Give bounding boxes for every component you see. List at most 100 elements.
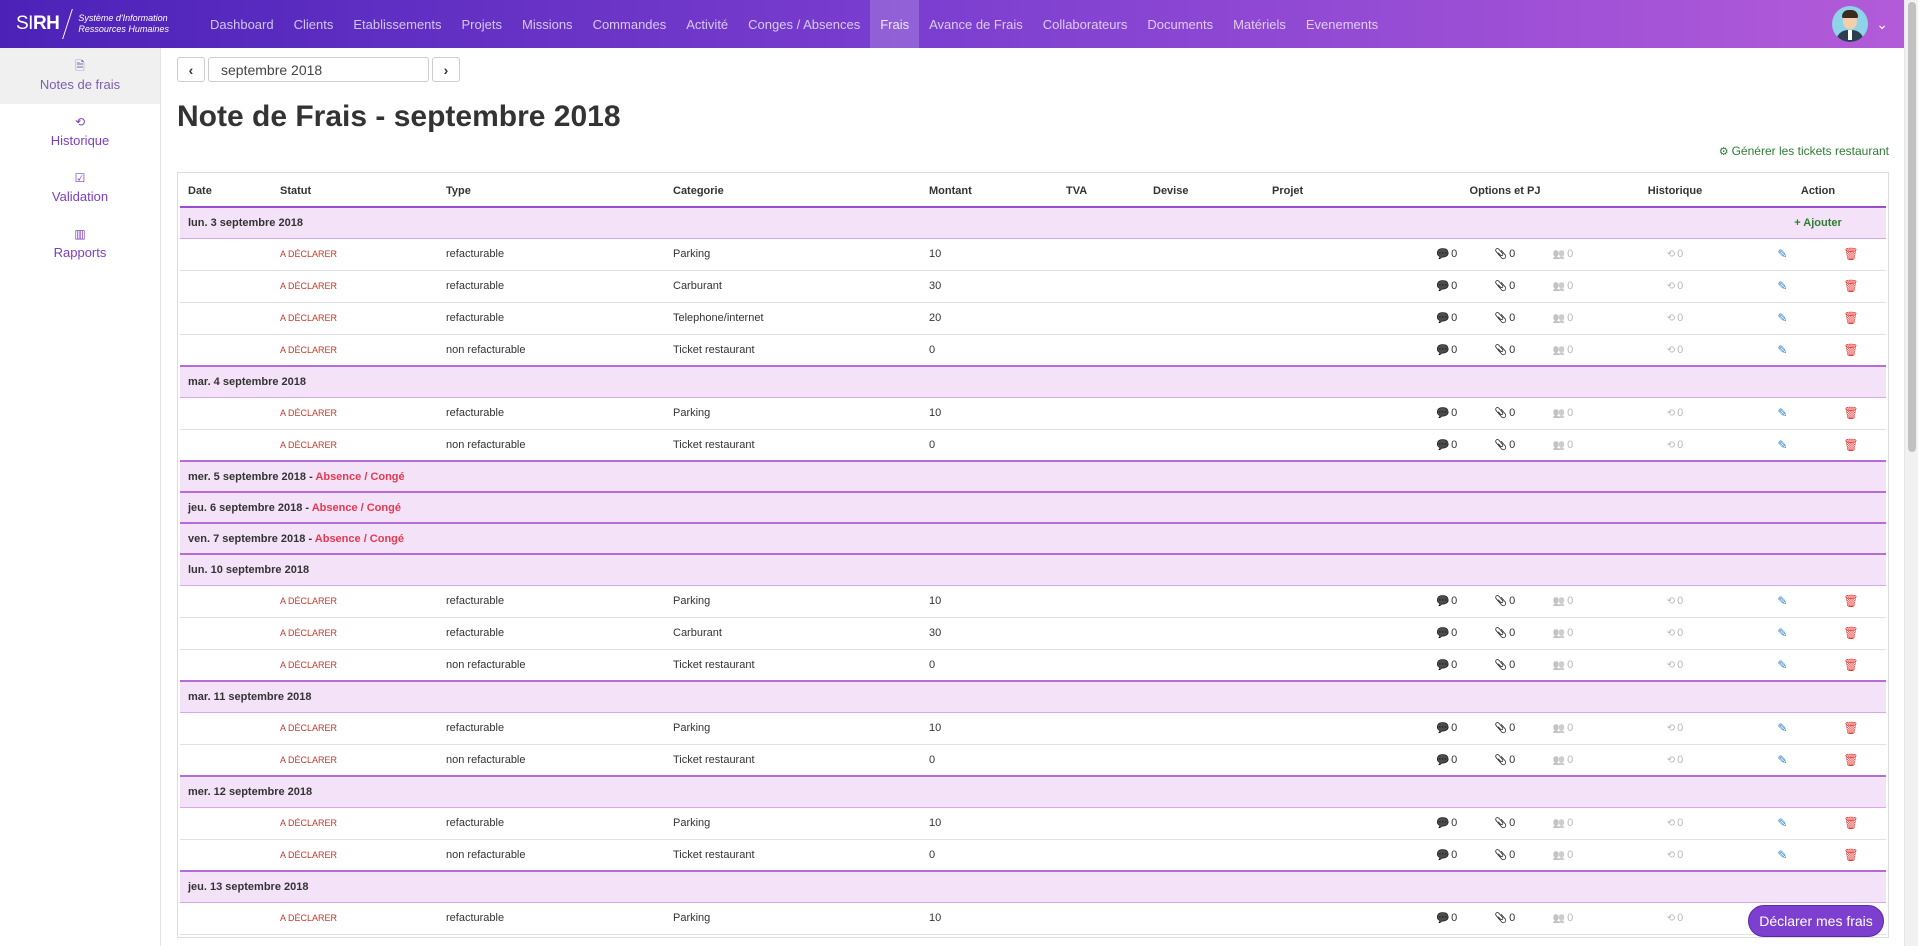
comment-count[interactable]: 💬 0 (1418, 722, 1476, 734)
history-count[interactable]: ⟲ 0 (1646, 754, 1704, 766)
nav-documents[interactable]: Documents (1137, 0, 1223, 48)
column-header[interactable]: Options et PJ (1410, 175, 1600, 208)
history-count[interactable]: ⟲ 0 (1646, 627, 1704, 639)
nav-activit[interactable]: Activité (676, 0, 738, 48)
column-header[interactable]: Type (438, 175, 665, 208)
paperclip-count[interactable]: 📎 0 (1476, 659, 1534, 671)
edit-icon[interactable]: ✎ (1777, 594, 1787, 608)
nav-conges-absences[interactable]: Conges / Absences (738, 0, 870, 48)
expense-row[interactable]: A DÉCLARER non refacturable Ticket restaur… (180, 649, 1886, 682)
generate-tickets-link[interactable]: ⚙ Générer les tickets restaurant (1719, 144, 1889, 158)
edit-icon[interactable]: ✎ (1777, 343, 1787, 357)
comment-count[interactable]: 💬 0 (1418, 817, 1476, 829)
expense-row[interactable]: A DÉCLARER refacturable Carburant 30 💬 0 📎 0 👥 0 ⟲… (180, 617, 1886, 650)
trash-icon[interactable]: 🗑 (1843, 753, 1858, 767)
next-month-button[interactable]: › (432, 57, 460, 82)
nav-etablissements[interactable]: Etablissements (343, 0, 451, 48)
users-count[interactable]: 👥 0 (1534, 407, 1592, 419)
edit-icon[interactable]: ✎ (1777, 753, 1787, 767)
edit-icon[interactable]: ✎ (1777, 247, 1787, 261)
nav-evenements[interactable]: Evenements (1296, 0, 1388, 48)
paperclip-count[interactable]: 📎 0 (1476, 849, 1534, 861)
column-header[interactable]: Devise (1145, 175, 1264, 208)
trash-icon[interactable]: 🗑 (1843, 247, 1858, 261)
comment-count[interactable]: 💬 0 (1418, 849, 1476, 861)
trash-icon[interactable]: 🗑 (1843, 343, 1858, 357)
scrollbar-thumb[interactable] (1908, 2, 1916, 452)
history-count[interactable]: ⟲ 0 (1646, 439, 1704, 451)
paperclip-count[interactable]: 📎 0 (1476, 439, 1534, 451)
trash-icon[interactable]: 🗑 (1843, 311, 1858, 325)
paperclip-count[interactable]: 📎 0 (1476, 912, 1534, 924)
nav-projets[interactable]: Projets (452, 0, 512, 48)
paperclip-count[interactable]: 📎 0 (1476, 407, 1534, 419)
column-header[interactable]: Statut (272, 175, 438, 208)
comment-count[interactable]: 💬 0 (1418, 248, 1476, 260)
paperclip-count[interactable]: 📎 0 (1476, 722, 1534, 734)
sidebar-item-historique[interactable]: ⟲ Historique (0, 104, 160, 160)
users-count[interactable]: 👥 0 (1534, 754, 1592, 766)
history-count[interactable]: ⟲ 0 (1646, 344, 1704, 356)
nav-missions[interactable]: Missions (512, 0, 583, 48)
column-header[interactable]: Projet (1264, 175, 1410, 208)
comment-count[interactable]: 💬 0 (1418, 627, 1476, 639)
nav-collaborateurs[interactable]: Collaborateurs (1033, 0, 1138, 48)
column-header[interactable]: Historique (1600, 175, 1750, 208)
month-input[interactable] (208, 57, 429, 82)
paperclip-count[interactable]: 📎 0 (1476, 595, 1534, 607)
history-count[interactable]: ⟲ 0 (1646, 407, 1704, 419)
edit-icon[interactable]: ✎ (1777, 279, 1787, 293)
expense-row[interactable]: A DÉCLARERrefacturableParking10💬0📎0👥0⟲0✎… (180, 902, 1886, 935)
brand-logo[interactable]: SIRH Système d'Information Ressources Hu… (0, 0, 200, 48)
nav-commandes[interactable]: Commandes (583, 0, 677, 48)
trash-icon[interactable]: 🗑 (1843, 438, 1858, 452)
edit-icon[interactable]: ✎ (1777, 626, 1787, 640)
nav-clients[interactable]: Clients (284, 0, 344, 48)
trash-icon[interactable]: 🗑 (1843, 658, 1858, 672)
expense-row[interactable]: A DÉCLARERrefacturableParking10💬0📎0👥0⟲0✎… (180, 397, 1886, 430)
history-count[interactable]: ⟲ 0 (1646, 659, 1704, 671)
trash-icon[interactable]: 🗑 (1843, 626, 1858, 640)
prev-month-button[interactable]: ‹ (177, 57, 205, 82)
trash-icon[interactable]: 🗑 (1843, 279, 1858, 293)
expense-row[interactable]: A DÉCLARER refacturable Telephone/internet… (180, 302, 1886, 335)
expense-row[interactable]: A DÉCLARER refacturable Carburant 30 💬 0 📎 0 👥 0 ⟲… (180, 270, 1886, 303)
users-count[interactable]: 👥 0 (1534, 344, 1592, 356)
nav-dashboard[interactable]: Dashboard (200, 0, 284, 48)
paperclip-count[interactable]: 📎 0 (1476, 754, 1534, 766)
edit-icon[interactable]: ✎ (1777, 816, 1787, 830)
paperclip-count[interactable]: 📎 0 (1476, 312, 1534, 324)
edit-icon[interactable]: ✎ (1777, 438, 1787, 452)
comment-count[interactable]: 💬 0 (1418, 439, 1476, 451)
user-menu[interactable]: ⌄ (1832, 6, 1888, 42)
history-count[interactable]: ⟲ 0 (1646, 248, 1704, 260)
comment-count[interactable]: 💬 0 (1418, 595, 1476, 607)
users-count[interactable]: 👥 0 (1534, 248, 1592, 260)
history-count[interactable]: ⟲ 0 (1646, 849, 1704, 861)
expense-row[interactable]: A DÉCLARER non refacturable Ticket restaur… (180, 744, 1886, 777)
users-count[interactable]: 👥 0 (1534, 627, 1592, 639)
expense-row[interactable]: A DÉCLARER non refacturable Ticket restaur… (180, 334, 1886, 367)
users-count[interactable]: 👥 0 (1534, 849, 1592, 861)
history-count[interactable]: ⟲ 0 (1646, 595, 1704, 607)
chevron-down-icon[interactable]: ⌄ (1876, 16, 1888, 33)
nav-frais[interactable]: Frais (870, 0, 920, 48)
history-count[interactable]: ⟲ 0 (1646, 722, 1704, 734)
expense-row[interactable]: A DÉCLARER non refacturable Ticket restaur… (180, 429, 1886, 462)
comment-count[interactable]: 💬 0 (1418, 280, 1476, 292)
users-count[interactable]: 👥 0 (1534, 817, 1592, 829)
trash-icon[interactable]: 🗑 (1843, 594, 1858, 608)
edit-icon[interactable]: ✎ (1777, 658, 1787, 672)
expense-row[interactable]: A DÉCLARERrefacturableParking10💬0📎0👥0⟲0✎… (180, 807, 1886, 840)
column-header[interactable]: TVA (1058, 175, 1145, 208)
comment-count[interactable]: 💬 0 (1418, 312, 1476, 324)
edit-icon[interactable]: ✎ (1777, 311, 1787, 325)
users-count[interactable]: 👥 0 (1534, 722, 1592, 734)
column-header[interactable]: Action (1750, 175, 1886, 208)
comment-count[interactable]: 💬 0 (1418, 344, 1476, 356)
users-count[interactable]: 👥 0 (1534, 912, 1592, 924)
comment-count[interactable]: 💬 0 (1418, 754, 1476, 766)
history-count[interactable]: ⟲ 0 (1646, 912, 1704, 924)
paperclip-count[interactable]: 📎 0 (1476, 248, 1534, 260)
expense-row[interactable]: A DÉCLARER non refacturable Ticket restaur… (180, 839, 1886, 872)
